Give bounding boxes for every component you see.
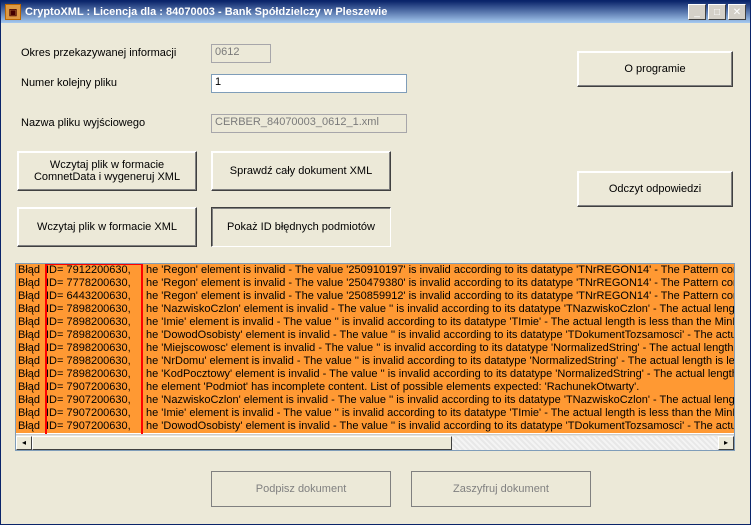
- error-row[interactable]: BłądID= 7907200630,he 'NazwiskoCzlon' el…: [16, 394, 735, 407]
- error-label: Błąd: [16, 368, 46, 381]
- sign-document-button: Podpisz dokument: [211, 471, 391, 507]
- error-label: Błąd: [16, 264, 46, 277]
- window-title: CryptoXML : Licencja dla : 84070003 - Ba…: [25, 6, 688, 18]
- error-id: ID= 7898200630,: [46, 355, 142, 368]
- error-id: ID= 7898200630,: [46, 303, 142, 316]
- maximize-button[interactable]: □: [708, 4, 726, 20]
- error-list[interactable]: BłądID= 7912200630,he 'Regon' element is…: [15, 263, 735, 451]
- scroll-thumb[interactable]: [32, 436, 452, 450]
- load-comnet-label: Wczytaj plik w formacie ComnetData i wyg…: [20, 159, 194, 183]
- error-message: he 'NazwiskoCzlon' element is invalid - …: [142, 303, 735, 316]
- error-message: he 'NrDomu' element is invalid - The val…: [142, 355, 735, 368]
- error-message: he 'Regon' element is invalid - The valu…: [142, 277, 735, 290]
- error-label: Błąd: [16, 277, 46, 290]
- error-row[interactable]: BłądID= 7898200630,he 'DowodOsobisty' el…: [16, 329, 735, 342]
- show-bad-ids-label: Pokaż ID błędnych podmiotów: [227, 221, 375, 233]
- error-row[interactable]: BłądID= 7778200630,he 'Regon' element is…: [16, 277, 735, 290]
- error-id: ID= 7778200630,: [46, 277, 142, 290]
- scroll-track[interactable]: [32, 436, 718, 450]
- error-id: ID= 7907200630,: [46, 394, 142, 407]
- error-message: he element 'Podmiot' has incomplete cont…: [142, 381, 735, 394]
- error-row[interactable]: BłądID= 7912200630,he 'Regon' element is…: [16, 264, 735, 277]
- error-message: he 'Imie' element is invalid - The value…: [142, 316, 735, 329]
- error-label: Błąd: [16, 407, 46, 420]
- load-xml-label: Wczytaj plik w formacie XML: [37, 221, 177, 233]
- error-row[interactable]: BłądID= 7898200630,he 'KodPocztowy' elem…: [16, 368, 735, 381]
- error-label: Błąd: [16, 381, 46, 394]
- check-xml-label: Sprawdź cały dokument XML: [230, 165, 372, 177]
- error-id: ID= 7912200630,: [46, 264, 142, 277]
- app-icon: ▣: [5, 4, 21, 20]
- error-id: ID= 7907200630,: [46, 407, 142, 420]
- error-id: ID= 6443200630,: [46, 290, 142, 303]
- about-button-label: O programie: [624, 63, 685, 75]
- error-label: Błąd: [16, 394, 46, 407]
- error-label: Błąd: [16, 290, 46, 303]
- error-row[interactable]: BłądID= 7907200630,he 'DowodOsobisty' el…: [16, 420, 735, 433]
- error-message: he 'NazwiskoCzlon' element is invalid - …: [142, 394, 735, 407]
- error-label: Błąd: [16, 329, 46, 342]
- error-label: Błąd: [16, 303, 46, 316]
- field-numer[interactable]: 1: [211, 74, 407, 93]
- minimize-button[interactable]: _: [688, 4, 706, 20]
- error-message: he 'Miejscowosc' element is invalid - Th…: [142, 342, 735, 355]
- error-label: Błąd: [16, 355, 46, 368]
- read-response-button[interactable]: Odczyt odpowiedzi: [577, 171, 733, 207]
- error-message: he 'Imie' element is invalid - The value…: [142, 407, 735, 420]
- client-area: Okres przekazywanej informacji 0612 Nume…: [1, 23, 750, 524]
- error-id: ID= 7907200630,: [46, 420, 142, 433]
- show-bad-ids-button[interactable]: Pokaż ID błędnych podmiotów: [211, 207, 391, 247]
- error-row[interactable]: BłądID= 6443200630,he 'Regon' element is…: [16, 290, 735, 303]
- error-message: he 'DowodOsobisty' element is invalid - …: [142, 329, 735, 342]
- read-response-label: Odczyt odpowiedzi: [609, 183, 701, 195]
- sign-document-label: Podpisz dokument: [256, 483, 347, 495]
- error-row[interactable]: BłądID= 7907200630,he element 'Podmiot' …: [16, 381, 735, 394]
- error-row[interactable]: BłądID= 7898200630,he 'NazwiskoCzlon' el…: [16, 303, 735, 316]
- label-numer: Numer kolejny pliku: [21, 77, 117, 89]
- titlebar: ▣ CryptoXML : Licencja dla : 84070003 - …: [1, 1, 750, 23]
- app-window: ▣ CryptoXML : Licencja dla : 84070003 - …: [0, 0, 751, 525]
- error-id: ID= 7898200630,: [46, 316, 142, 329]
- field-nazwa: CERBER_84070003_0612_1.xml: [211, 114, 407, 133]
- about-button[interactable]: O programie: [577, 51, 733, 87]
- horizontal-scrollbar[interactable]: ◂ ▸: [16, 434, 734, 450]
- load-xml-button[interactable]: Wczytaj plik w formacie XML: [17, 207, 197, 247]
- error-message: he 'KodPocztowy' element is invalid - Th…: [142, 368, 735, 381]
- encrypt-document-label: Zaszyfruj dokument: [453, 483, 549, 495]
- error-row[interactable]: BłądID= 7907200630,he 'Imie' element is …: [16, 407, 735, 420]
- load-comnet-button[interactable]: Wczytaj plik w formacie ComnetData i wyg…: [17, 151, 197, 191]
- error-label: Błąd: [16, 316, 46, 329]
- check-xml-button[interactable]: Sprawdź cały dokument XML: [211, 151, 391, 191]
- error-id: ID= 7898200630,: [46, 368, 142, 381]
- error-row[interactable]: BłądID= 7898200630,he 'Miejscowosc' elem…: [16, 342, 735, 355]
- error-message: he 'Regon' element is invalid - The valu…: [142, 264, 735, 277]
- scroll-left-arrow-icon[interactable]: ◂: [16, 436, 32, 450]
- error-id: ID= 7898200630,: [46, 329, 142, 342]
- error-message: he 'DowodOsobisty' element is invalid - …: [142, 420, 735, 433]
- error-row[interactable]: BłądID= 7898200630,he 'NrDomu' element i…: [16, 355, 735, 368]
- field-okres: 0612: [211, 44, 271, 63]
- error-message: he 'Regon' element is invalid - The valu…: [142, 290, 735, 303]
- label-okres: Okres przekazywanej informacji: [21, 47, 176, 59]
- scroll-right-arrow-icon[interactable]: ▸: [718, 436, 734, 450]
- error-label: Błąd: [16, 420, 46, 433]
- close-button[interactable]: ✕: [728, 4, 746, 20]
- error-row[interactable]: BłądID= 7898200630,he 'Imie' element is …: [16, 316, 735, 329]
- error-id: ID= 7907200630,: [46, 381, 142, 394]
- encrypt-document-button: Zaszyfruj dokument: [411, 471, 591, 507]
- error-id: ID= 7898200630,: [46, 342, 142, 355]
- error-label: Błąd: [16, 342, 46, 355]
- label-nazwa: Nazwa pliku wyjściowego: [21, 117, 145, 129]
